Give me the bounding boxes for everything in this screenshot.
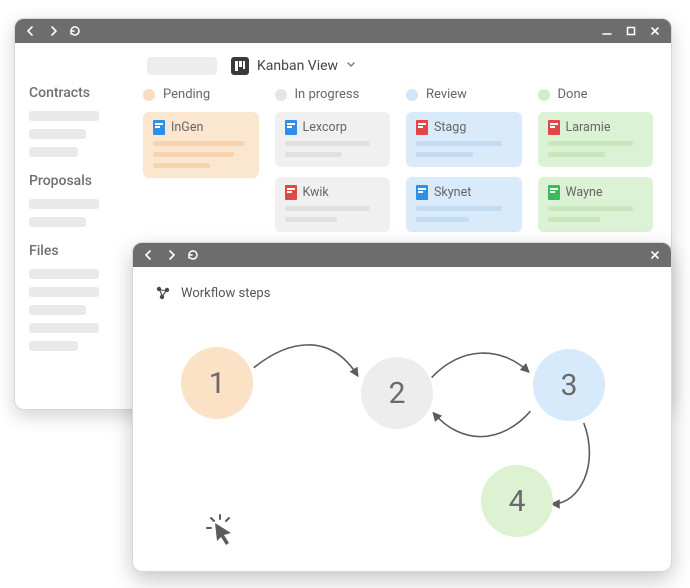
- column-header: Done: [538, 87, 654, 102]
- workflow-step-3[interactable]: 3: [533, 349, 605, 421]
- document-icon: [285, 185, 297, 200]
- kanban-icon: [231, 57, 249, 75]
- column-header: Review: [406, 87, 522, 102]
- nav-back-icon[interactable]: [143, 249, 155, 261]
- sidebar-item[interactable]: [29, 111, 99, 121]
- card-title: Skynet: [434, 185, 471, 200]
- sidebar-item[interactable]: [29, 129, 86, 139]
- main-titlebar: [15, 19, 671, 43]
- document-icon: [416, 120, 428, 135]
- document-icon: [153, 120, 165, 135]
- document-icon: [285, 120, 297, 135]
- column-review: Review Stagg Skynet: [406, 87, 522, 232]
- window-maximize-icon[interactable]: [625, 25, 637, 37]
- document-icon: [548, 120, 560, 135]
- card-title: Kwik: [303, 185, 329, 200]
- column-done: Done Laramie Wayne: [538, 87, 654, 232]
- column-header: In progress: [275, 87, 391, 102]
- card-title: Wayne: [566, 185, 603, 200]
- workflow-title: Workflow steps: [181, 286, 270, 301]
- status-dot: [275, 89, 287, 101]
- card-lexcorp[interactable]: Lexcorp: [275, 112, 391, 167]
- card-title: Stagg: [434, 120, 466, 135]
- nav-refresh-icon[interactable]: [69, 25, 81, 37]
- view-label: Kanban View: [257, 58, 338, 74]
- nav-refresh-icon[interactable]: [187, 249, 199, 261]
- status-dot: [406, 89, 418, 101]
- column-title: Done: [558, 87, 588, 102]
- card-title: InGen: [171, 120, 203, 135]
- modal-titlebar: [133, 243, 671, 267]
- workflow-canvas: 1 2 3 4: [155, 305, 649, 545]
- workflow-icon: [155, 285, 171, 301]
- card-skynet[interactable]: Skynet: [406, 177, 522, 232]
- column-pending: Pending InGen: [143, 87, 259, 232]
- sidebar-item[interactable]: [29, 323, 99, 333]
- nav-forward-icon[interactable]: [47, 25, 59, 37]
- card-wayne[interactable]: Wayne: [538, 177, 654, 232]
- document-icon: [416, 185, 428, 200]
- card-title: Laramie: [566, 120, 611, 135]
- status-dot: [538, 89, 550, 101]
- card-ingen[interactable]: InGen: [143, 112, 259, 178]
- document-icon: [548, 185, 560, 200]
- card-laramie[interactable]: Laramie: [538, 112, 654, 167]
- workflow-step-2[interactable]: 2: [361, 357, 433, 429]
- window-close-icon[interactable]: [649, 249, 661, 261]
- card-stagg[interactable]: Stagg: [406, 112, 522, 167]
- sidebar-item[interactable]: [29, 287, 99, 297]
- sidebar: Contracts Proposals Files: [15, 43, 125, 409]
- workflow-header: Workflow steps: [155, 285, 649, 301]
- sidebar-item[interactable]: [29, 147, 78, 157]
- column-title: Pending: [163, 87, 210, 102]
- sidebar-item[interactable]: [29, 305, 86, 315]
- card-kwik[interactable]: Kwik: [275, 177, 391, 232]
- view-selector[interactable]: Kanban View: [231, 57, 356, 75]
- chevron-down-icon: [346, 61, 356, 72]
- kanban-board: Pending InGen: [143, 87, 653, 232]
- card-title: Lexcorp: [303, 120, 347, 135]
- sidebar-section-files[interactable]: Files: [29, 243, 111, 259]
- sidebar-item[interactable]: [29, 341, 78, 351]
- workflow-step-1[interactable]: 1: [181, 347, 253, 419]
- sidebar-item[interactable]: [29, 199, 99, 209]
- status-dot: [143, 89, 155, 101]
- nav-forward-icon[interactable]: [165, 249, 177, 261]
- nav-back-icon[interactable]: [25, 25, 37, 37]
- workflow-modal: Workflow steps 1 2 3: [132, 242, 672, 572]
- window-minimize-icon[interactable]: [601, 25, 613, 37]
- sidebar-item[interactable]: [29, 269, 99, 279]
- column-in-progress: In progress Lexcorp Kwik: [275, 87, 391, 232]
- workflow-step-4[interactable]: 4: [481, 465, 553, 537]
- column-header: Pending: [143, 87, 259, 102]
- view-placeholder-pill: [147, 57, 217, 75]
- sidebar-item[interactable]: [29, 217, 86, 227]
- sidebar-section-contracts[interactable]: Contracts: [29, 85, 111, 101]
- column-title: In progress: [295, 87, 360, 102]
- window-close-icon[interactable]: [649, 25, 661, 37]
- sidebar-section-proposals[interactable]: Proposals: [29, 173, 111, 189]
- column-title: Review: [426, 87, 467, 102]
- cursor-click-icon: [203, 511, 243, 555]
